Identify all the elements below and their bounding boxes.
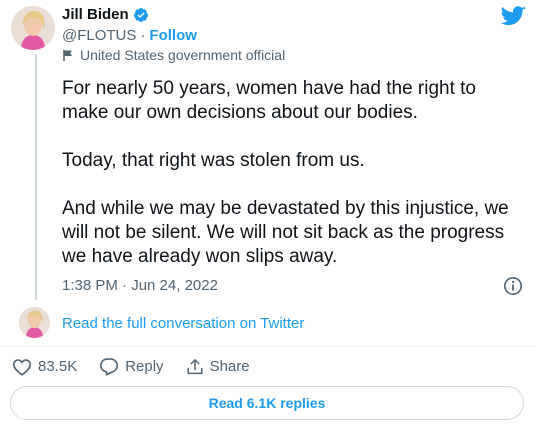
tweet-actions: 83.5K Reply Share — [12, 357, 272, 376]
tweet-paragraph-3: And while we may be devastated by this i… — [62, 198, 509, 267]
tweet-paragraph-1: For nearly 50 years, women have had the … — [62, 78, 477, 123]
info-button[interactable] — [503, 276, 523, 296]
twitter-logo[interactable] — [500, 6, 526, 28]
tweet-paragraph-2: Today, that right was stolen from us. — [62, 150, 365, 171]
handle-separator: · — [140, 27, 146, 44]
thread-line — [35, 54, 37, 300]
account-label: United States government official — [62, 47, 285, 63]
author-name-row[interactable]: Jill Biden — [62, 6, 149, 23]
share-icon — [187, 358, 203, 374]
read-replies-button[interactable]: Read 6.1K replies — [10, 386, 524, 420]
share-button[interactable]: Share — [186, 358, 250, 376]
author-avatar[interactable] — [11, 6, 55, 50]
twitter-bird-icon — [500, 6, 526, 26]
author-name[interactable]: Jill Biden — [62, 6, 129, 23]
info-icon — [504, 277, 522, 295]
divider — [0, 346, 536, 347]
tweet-timestamp[interactable]: 1:38 PM · Jun 24, 2022 — [62, 277, 218, 294]
read-full-conversation-link[interactable]: Read the full conversation on Twitter — [62, 315, 304, 332]
reply-icon — [100, 358, 119, 376]
reply-label: Reply — [125, 358, 164, 375]
avatar-image-small — [19, 307, 50, 338]
verified-badge-icon — [133, 7, 148, 22]
flag-icon — [63, 49, 72, 61]
reply-button[interactable]: Reply — [99, 357, 164, 376]
read-replies-label: Read 6.1K replies — [208, 395, 326, 411]
author-handle[interactable]: @FLOTUS — [62, 27, 136, 44]
heart-icon — [12, 358, 32, 376]
share-label: Share — [209, 358, 250, 375]
avatar-image — [11, 6, 55, 50]
like-count: 83.5K — [38, 358, 78, 375]
like-button[interactable]: 83.5K — [12, 358, 77, 376]
handle-row: @FLOTUS · Follow — [62, 27, 197, 44]
conversation-avatar[interactable] — [19, 307, 50, 338]
account-label-text: United States government official — [80, 47, 286, 63]
follow-button[interactable]: Follow — [149, 27, 197, 44]
